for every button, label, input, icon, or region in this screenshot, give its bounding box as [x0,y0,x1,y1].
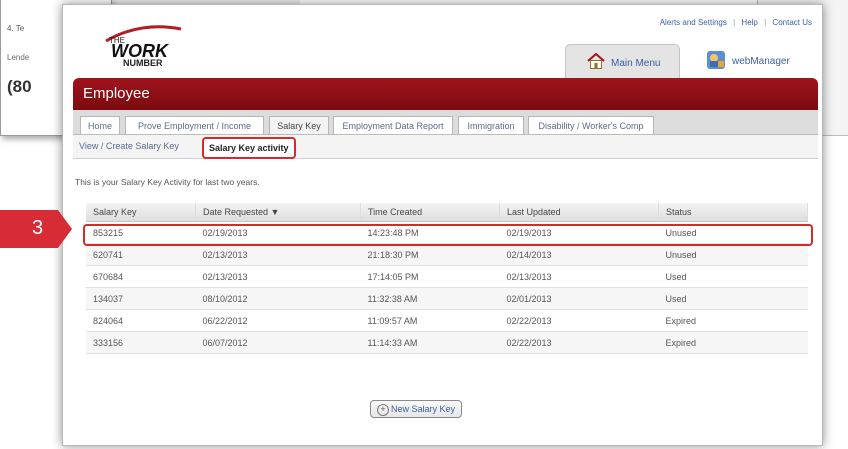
intro-text: This is your Salary Key Activity for las… [75,177,260,187]
cell-date-requested: 02/19/2013 [195,221,361,244]
background-item-text: 4. Te [7,24,25,33]
step-callout: 3 [0,210,72,248]
column-header-salary-key[interactable]: Salary Key [86,203,196,222]
cell-last-updated: 02/14/2013 [499,243,659,266]
cell-salary-key: 824064 [86,309,196,332]
tab-salary-key[interactable]: Salary Key [269,116,329,134]
sub-navigation: View / Create Salary Key Salary Key acti… [73,135,818,159]
cell-time-created: 14:23:48 PM [360,221,500,244]
column-header-date-requested[interactable]: Date Requested ▼ [195,203,361,222]
cell-salary-key: 134037 [86,287,196,310]
table-row[interactable]: 134037 08/10/2012 11:32:38 AM 02/01/2013… [86,287,808,310]
page-title: Employee [83,85,150,102]
cell-date-requested: 02/13/2013 [195,243,361,266]
cell-status: Unused [658,243,808,266]
home-icon [587,53,605,69]
contact-us-link[interactable]: Contact Us [772,18,812,27]
cell-date-requested: 08/10/2012 [195,287,361,310]
cell-time-created: 11:32:38 AM [360,287,500,310]
cell-salary-key: 670684 [86,265,196,288]
new-salary-key-label: New Salary Key [391,404,456,414]
cell-status: Expired [658,331,808,354]
cell-salary-key: 333156 [86,331,196,354]
salary-key-activity-tab[interactable]: Salary Key activity [202,137,296,159]
column-header-last-updated[interactable]: Last Updated [499,203,659,222]
work-number-logo[interactable]: THE WORK NUMBER [101,19,191,69]
table-row[interactable]: 853215 02/19/2013 14:23:48 PM 02/19/2013… [86,221,808,244]
logo-line3: NUMBER [123,58,163,68]
background-phone-text: (80 [7,77,32,96]
cell-last-updated: 02/19/2013 [499,221,659,244]
cell-last-updated: 02/13/2013 [499,265,659,288]
link-separator: | [764,18,767,27]
webmanager-icon [707,51,725,69]
column-header-time-created[interactable]: Time Created [360,203,500,222]
link-separator: | [733,18,736,27]
tab-employment-data-report[interactable]: Employment Data Report [333,116,453,134]
webmanager-label: webManager [732,56,790,67]
cell-salary-key: 620741 [86,243,196,266]
new-salary-key-button[interactable]: + New Salary Key [370,400,463,418]
tab-prove-employment[interactable]: Prove Employment / Income [125,116,264,134]
cell-time-created: 11:09:57 AM [360,309,500,332]
cell-date-requested: 06/07/2012 [195,331,361,354]
main-menu-label: Main Menu [611,58,661,69]
cell-date-requested: 06/22/2012 [195,309,361,332]
table-row[interactable]: 333156 06/07/2012 11:14:33 AM 02/22/2013… [86,331,808,354]
cell-last-updated: 02/01/2013 [499,287,659,310]
salary-key-table: Salary Key Date Requested ▼ Time Created… [86,203,808,354]
tab-home[interactable]: Home [80,116,120,134]
cell-status: Expired [658,309,808,332]
view-create-salary-key-link[interactable]: View / Create Salary Key [79,141,179,151]
column-header-status[interactable]: Status [658,203,808,222]
cell-salary-key: 853215 [86,221,196,244]
cell-status: Used [658,287,808,310]
help-link[interactable]: Help [741,18,757,27]
table-row[interactable]: 620741 02/13/2013 21:18:30 PM 02/14/2013… [86,243,808,266]
plus-icon: + [377,404,389,416]
cell-status: Used [658,265,808,288]
nav-tabs: Home Prove Employment / Income Salary Ke… [73,110,818,135]
tab-disability-workers-comp[interactable]: Disability / Worker's Comp [528,116,654,134]
section-header: Employee [73,78,818,110]
app-window: THE WORK NUMBER Alerts and Settings | He… [62,4,823,446]
cell-time-created: 17:14:05 PM [360,265,500,288]
cell-status: Unused [658,221,808,244]
cell-date-requested: 02/13/2013 [195,265,361,288]
table-row[interactable]: 670684 02/13/2013 17:14:05 PM 02/13/2013… [86,265,808,288]
table-row[interactable]: 824064 06/22/2012 11:09:57 AM 02/22/2013… [86,309,808,332]
cell-last-updated: 02/22/2013 [499,331,659,354]
alerts-settings-link[interactable]: Alerts and Settings [660,18,727,27]
table-header-row: Salary Key Date Requested ▼ Time Created… [86,203,808,222]
step-number: 3 [32,217,44,239]
main-menu-tab[interactable]: Main Menu [565,44,680,79]
top-links: Alerts and Settings | Help | Contact Us [660,18,812,27]
cell-time-created: 21:18:30 PM [360,243,500,266]
cell-last-updated: 02/22/2013 [499,309,659,332]
tab-immigration[interactable]: Immigration [458,116,524,134]
cell-time-created: 11:14:33 AM [360,331,500,354]
background-lender-text: Lende [7,53,30,62]
